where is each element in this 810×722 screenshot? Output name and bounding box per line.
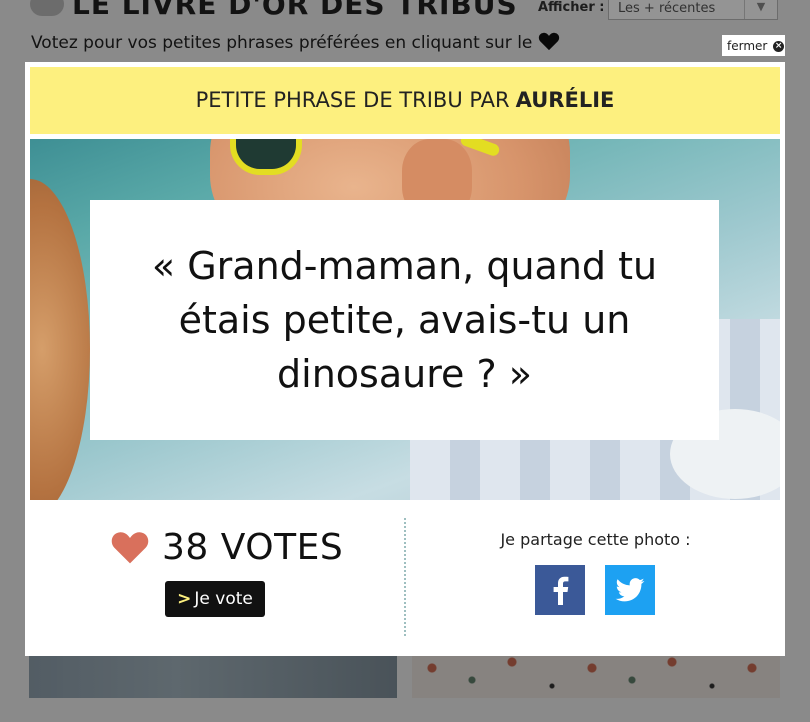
facebook-share-button[interactable] [535, 565, 585, 615]
modal-header: PETITE PHRASE DE TRIBU PAR AURÉLIE [30, 67, 780, 134]
phrase-modal: PETITE PHRASE DE TRIBU PAR AURÉLIE « Gran… [25, 62, 785, 656]
twitter-share-button[interactable] [605, 565, 655, 615]
quote-text: « Grand-maman, quand tu étais petite, av… [151, 244, 658, 396]
quote-box: « Grand-maman, quand tu étais petite, av… [90, 200, 719, 440]
vote-button[interactable]: > Je vote [165, 581, 265, 617]
chevron-right-icon: > [177, 589, 192, 609]
twitter-icon [615, 578, 645, 602]
photo-hair [30, 179, 90, 500]
votes-section: 38 VOTES > Je vote [30, 500, 405, 656]
votes-line: 38 VOTES [110, 524, 343, 570]
close-button-label: fermer [727, 39, 768, 53]
share-label: Je partage cette photo : [500, 530, 691, 549]
author-name: AURÉLIE [515, 88, 615, 112]
share-section: Je partage cette photo : [406, 500, 785, 656]
close-button[interactable]: fermer × [722, 35, 785, 56]
close-icon: × [773, 41, 785, 52]
facebook-icon [553, 576, 569, 605]
votes-count: 38 VOTES [162, 526, 344, 568]
header-prefix: PETITE PHRASE DE TRIBU PAR [195, 88, 510, 112]
vote-button-label: Je vote [194, 589, 253, 609]
heart-icon [111, 532, 149, 564]
